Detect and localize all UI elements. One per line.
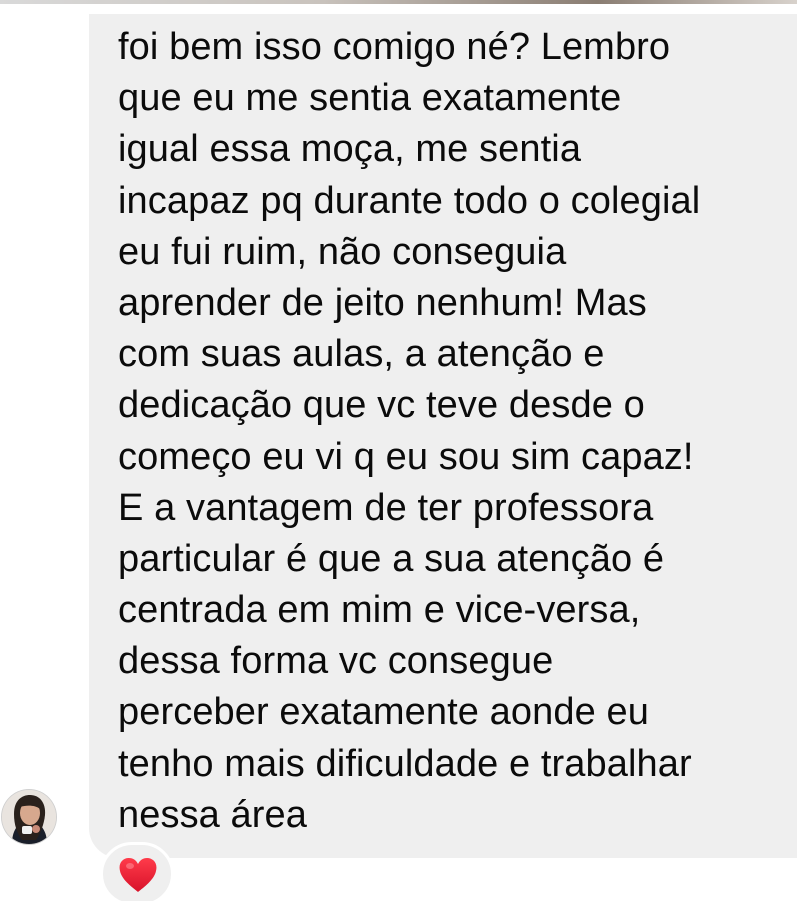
message-text: foi bem isso comigo né? Lembro que eu me… [118,22,778,841]
heart-reaction[interactable] [100,842,174,901]
sender-avatar[interactable] [2,790,56,844]
message-line: que eu me sentia exatamente [118,77,622,120]
message-line: começo eu vi q eu sou sim capaz! [118,435,694,478]
message-line: com suas aulas, a atenção e [118,333,605,376]
message-line: eu fui ruim, não conseguia [118,230,567,273]
message-line: centrada em mim e vice-versa, [118,589,641,632]
message-line: tenho mais dificuldade e trabalhar [118,742,692,785]
message-line: foi bem isso comigo né? Lembro [118,26,671,68]
message-line: nessa área [118,793,308,836]
message-line: igual essa moça, me sentia [118,128,582,171]
message-line: aprender de jeito nenhum! Mas [118,281,647,324]
message-line: dedicação que vc teve desde o [118,384,645,427]
red-heart-icon [119,858,157,892]
avatar-photo-icon [2,790,56,844]
message-line: perceber exatamente aonde eu [118,691,649,734]
message-line: E a vantagem de ter professora [118,486,654,529]
previous-content-edge [0,0,797,4]
message-line: incapaz pq durante todo o colegial [118,179,701,222]
chat-screen: foi bem isso comigo né? Lembro que eu me… [0,0,797,901]
message-line: dessa forma vc consegue [118,640,554,683]
message-line: particular é que a sua atenção é [118,537,665,580]
